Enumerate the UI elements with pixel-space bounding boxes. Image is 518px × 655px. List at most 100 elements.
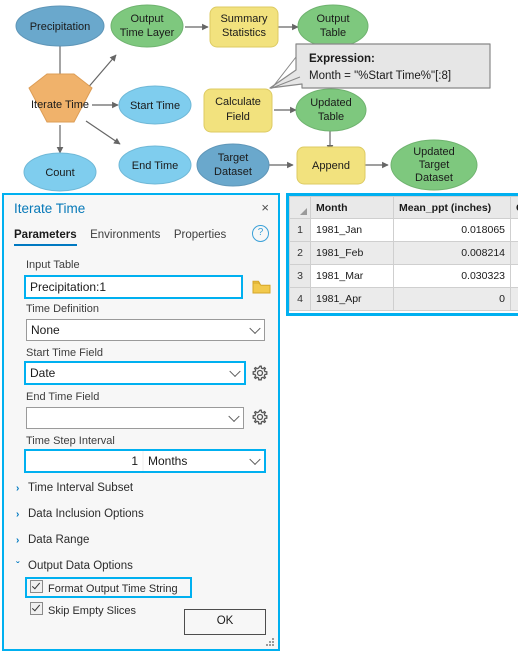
column-header-month[interactable]: Month: [310, 196, 394, 219]
time-step-interval-label: Time Step Interval: [26, 435, 115, 447]
diagram-node-summary-statistics[interactable]: Summary Statistics: [209, 6, 279, 48]
row-number[interactable]: 4: [289, 287, 311, 311]
column-header-count[interactable]: Count: [510, 196, 518, 219]
time-definition-label: Time Definition: [26, 303, 99, 315]
checkbox-icon[interactable]: [30, 580, 43, 593]
diagram-node-append[interactable]: Append: [296, 146, 366, 185]
diagram-node-updated-table[interactable]: Updated Table: [295, 88, 367, 132]
cell-count[interactable]: 5: [510, 218, 518, 242]
diagram-node-target-dataset[interactable]: Target Dataset: [196, 143, 270, 187]
input-table-label: Input Table: [26, 259, 80, 271]
time-step-interval-input[interactable]: 1: [26, 451, 142, 471]
table-row[interactable]: 3 1981_Mar 0.030323 4: [289, 264, 518, 288]
section-label: Data Inclusion Options: [28, 508, 144, 520]
checkbox-skip-empty-slices[interactable]: Skip Empty Slices: [30, 602, 136, 617]
cell-mean-ppt[interactable]: 0.018065: [393, 218, 511, 242]
diagram-node-output-table[interactable]: Output Table: [297, 4, 369, 48]
cell-mean-ppt[interactable]: 0: [393, 287, 511, 311]
node-label-line2: Time Layer: [120, 27, 175, 39]
cell-mean-ppt[interactable]: 0.030323: [393, 264, 511, 288]
cell-count[interactable]: 0: [510, 287, 518, 311]
section-output-data-options[interactable]: ˇ Output Data Options: [16, 560, 133, 572]
diagram-node-output-time-layer[interactable]: Output Time Layer: [110, 4, 184, 48]
node-label-line2: Table: [320, 27, 346, 39]
node-label: Precipitation: [30, 21, 91, 33]
end-time-field-select[interactable]: [26, 407, 244, 429]
node-label-line1: Summary: [220, 13, 268, 25]
tab-properties[interactable]: Properties: [174, 229, 226, 244]
checkbox-format-output-time-string[interactable]: Format Output Time String: [30, 580, 178, 595]
section-label: Time Interval Subset: [28, 482, 134, 494]
time-definition-value: None: [31, 323, 60, 337]
cell-month[interactable]: 1981_Feb: [310, 241, 394, 265]
resize-grip[interactable]: [266, 638, 275, 647]
dialog-title: Iterate Time: [14, 201, 86, 216]
model-diagram: Precipitation Output Time Layer Summary …: [0, 0, 518, 192]
callout-expression: Month = "%Start Time%"[:8]: [309, 70, 451, 82]
chevron-right-icon: ›: [16, 535, 20, 546]
diagram-node-updated-target-dataset[interactable]: Updated Target Dataset: [390, 139, 478, 191]
help-icon[interactable]: ?: [252, 225, 269, 242]
select-all-corner[interactable]: [289, 196, 311, 219]
diagram-node-calculate-field[interactable]: Calculate Field: [203, 88, 273, 133]
checkbox-icon[interactable]: [30, 602, 43, 615]
cell-mean-ppt[interactable]: 0.008214: [393, 241, 511, 265]
iterate-time-tool-dialog: Iterate Time × Parameters Environments P…: [2, 193, 280, 651]
attribute-table: Month Mean_ppt (inches) Count 1 1981_Jan…: [286, 193, 518, 316]
time-definition-select[interactable]: None: [26, 319, 265, 341]
chevron-right-icon: ›: [16, 509, 20, 520]
diagram-node-end-time[interactable]: End Time: [118, 145, 192, 185]
row-number[interactable]: 1: [289, 218, 311, 242]
ok-button[interactable]: OK: [184, 609, 266, 635]
node-label-line3: Dataset: [415, 172, 453, 184]
chevron-right-icon: ›: [16, 483, 20, 494]
chevron-down-icon: [229, 365, 241, 378]
node-label-line2: Statistics: [222, 27, 267, 39]
chevron-down-icon: [249, 453, 261, 466]
node-label-line2: Field: [226, 111, 250, 123]
diagram-node-iterate-time[interactable]: Iterate Time: [28, 73, 93, 123]
row-number[interactable]: 3: [289, 264, 311, 288]
dialog-body: Input Table Precipitation:1 Time Definit…: [4, 249, 278, 653]
table-row[interactable]: 1 1981_Jan 0.018065 5: [289, 218, 518, 242]
tab-parameters[interactable]: Parameters: [14, 229, 77, 246]
time-step-unit-select[interactable]: Months: [144, 451, 264, 471]
expression-callout: Expression: Month = "%Start Time%"[:8]: [269, 43, 491, 90]
start-time-field-select[interactable]: Date: [26, 363, 244, 383]
tab-environments[interactable]: Environments: [90, 229, 160, 244]
node-label-line2: Dataset: [214, 166, 252, 178]
node-label: End Time: [132, 160, 178, 172]
section-label: Data Range: [28, 534, 90, 546]
start-time-field-value: Date: [30, 366, 56, 380]
section-data-range[interactable]: › Data Range: [16, 534, 89, 546]
cell-count[interactable]: 4: [510, 264, 518, 288]
gear-icon[interactable]: [252, 365, 268, 381]
gear-icon[interactable]: [252, 409, 268, 425]
section-data-inclusion-options[interactable]: › Data Inclusion Options: [16, 508, 144, 520]
end-time-field-label: End Time Field: [26, 391, 100, 403]
section-time-interval-subset[interactable]: › Time Interval Subset: [16, 482, 133, 494]
node-label-line1: Updated: [310, 97, 352, 109]
checkbox-label: Format Output Time String: [48, 583, 178, 595]
table-row[interactable]: 4 1981_Apr 0 0: [289, 287, 518, 311]
node-label-line1: Target: [218, 152, 249, 164]
diagram-node-count[interactable]: Count: [23, 152, 97, 192]
diagram-node-start-time[interactable]: Start Time: [118, 85, 192, 125]
node-label-line2: Target: [419, 159, 450, 171]
cell-month[interactable]: 1981_Mar: [310, 264, 394, 288]
node-label-line1: Updated: [413, 146, 455, 158]
cell-count[interactable]: 3: [510, 241, 518, 265]
node-label-line1: Calculate: [215, 96, 261, 108]
column-header-mean-ppt[interactable]: Mean_ppt (inches): [393, 196, 511, 219]
folder-icon[interactable]: [252, 279, 271, 300]
cell-month[interactable]: 1981_Jan: [310, 218, 394, 242]
cell-month[interactable]: 1981_Apr: [310, 287, 394, 311]
row-number[interactable]: 2: [289, 241, 311, 265]
diagram-node-precipitation[interactable]: Precipitation: [15, 5, 105, 47]
close-icon[interactable]: ×: [261, 201, 269, 215]
table-row[interactable]: 2 1981_Feb 0.008214 3: [289, 241, 518, 265]
dialog-tabs: Parameters Environments Properties ?: [4, 225, 278, 249]
section-label: Output Data Options: [28, 560, 133, 572]
chevron-down-icon: ˇ: [16, 561, 20, 572]
input-table-input[interactable]: Precipitation:1: [26, 277, 241, 297]
